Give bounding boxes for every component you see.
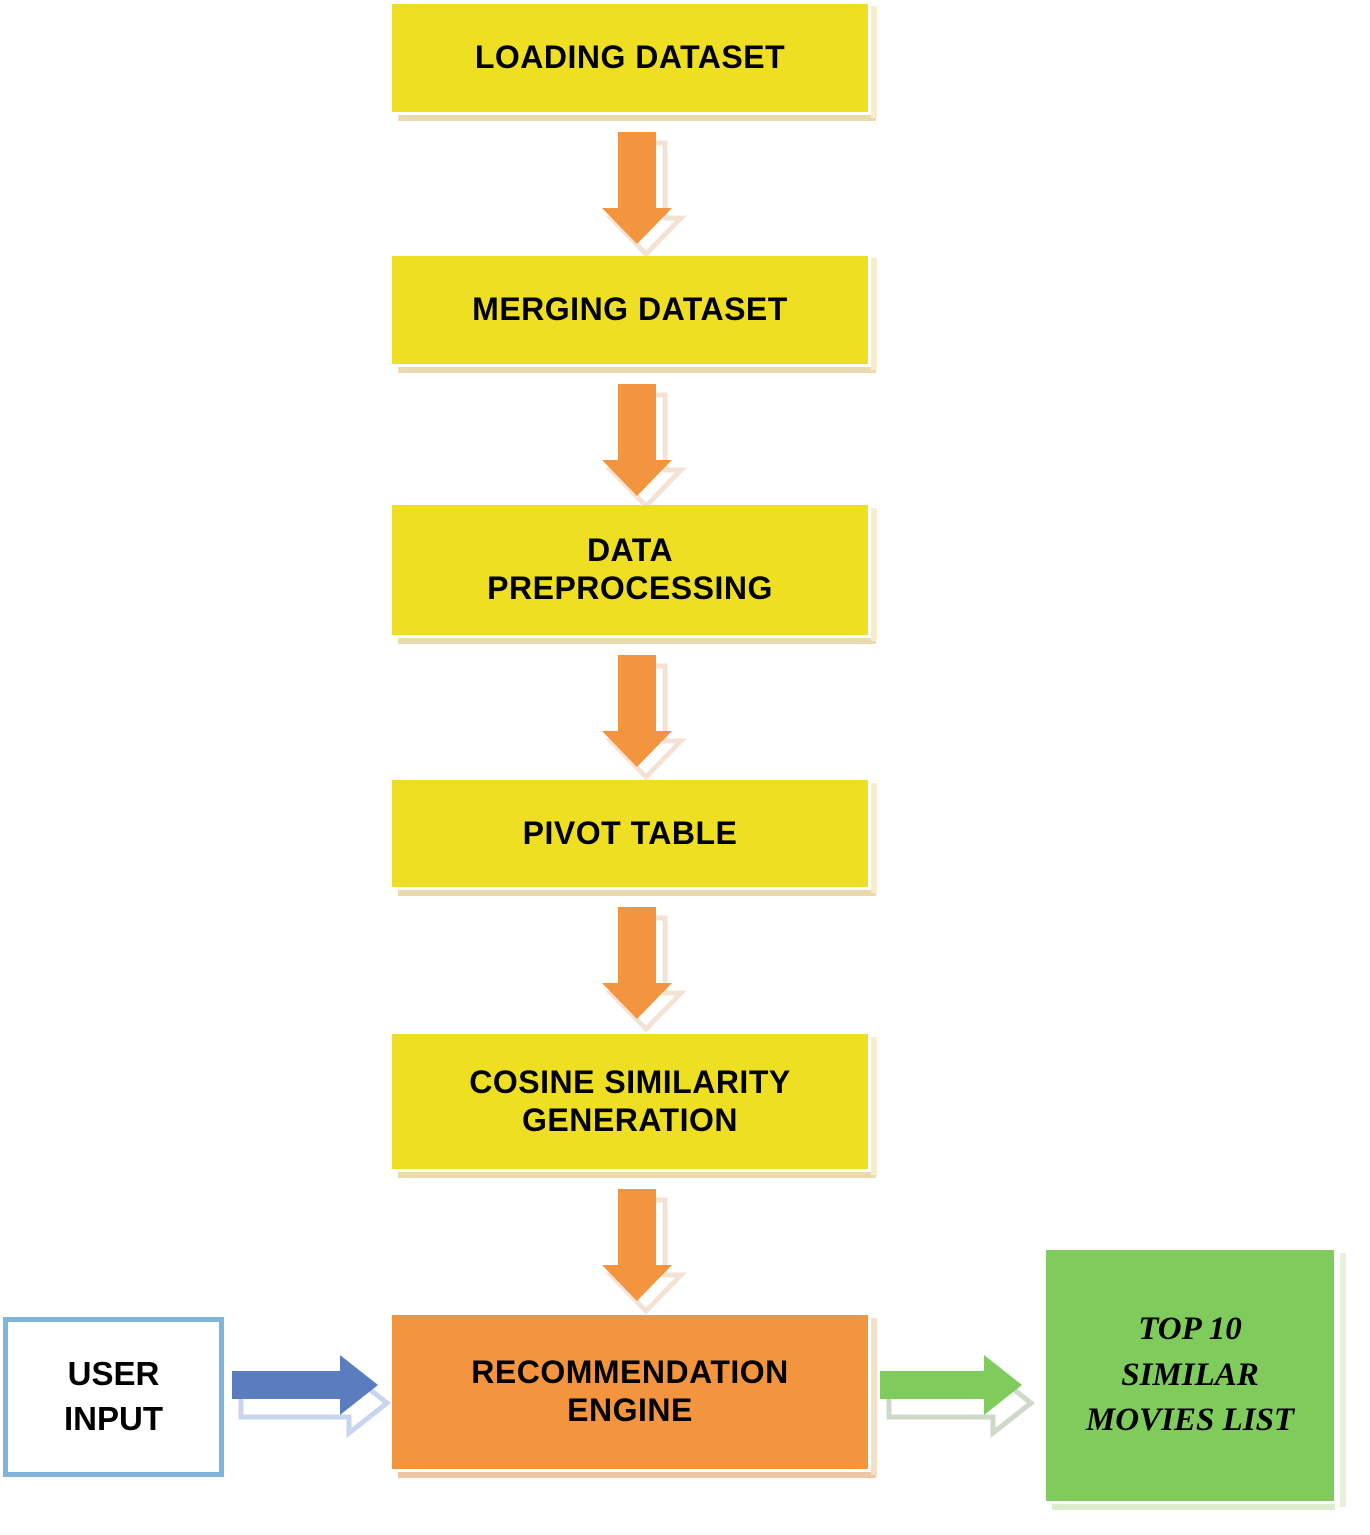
process-box-data-preprocessing[interactable]: DATA PREPROCESSING [392, 505, 868, 635]
flow-arrow-2 [594, 380, 687, 510]
box-shadow-data-preprocessing-bottom [398, 638, 876, 644]
box-shadow-pivot-table-bottom [398, 890, 876, 896]
process-box-cosine-similarity[interactable]: COSINE SIMILARITY GENERATION [392, 1034, 868, 1169]
user-input-box[interactable]: USER INPUT [3, 1317, 224, 1477]
output-label-top-movies: TOP 10 SIMILAR MOVIES LIST [1085, 1311, 1295, 1439]
flow-arrow-3 [594, 651, 687, 781]
process-label-recommendation-engine: RECOMMENDATION ENGINE [471, 1354, 789, 1428]
box-shadow-loading-dataset-right [871, 6, 877, 118]
process-label-merging-dataset: MERGING DATASET [472, 291, 788, 328]
process-label-cosine-similarity: COSINE SIMILARITY GENERATION [469, 1063, 791, 1138]
box-shadow-merging-dataset-right [871, 258, 877, 370]
output-box-top-movies[interactable]: TOP 10 SIMILAR MOVIES LIST [1046, 1250, 1334, 1501]
flow-arrow-4 [594, 903, 687, 1033]
process-box-pivot-table[interactable]: PIVOT TABLE [392, 780, 868, 887]
user-input-label: USER INPUT [64, 1355, 163, 1437]
process-box-recommendation-engine[interactable]: RECOMMENDATION ENGINE [392, 1315, 868, 1469]
box-shadow-data-preprocessing-right [871, 508, 877, 641]
process-label-loading-dataset: LOADING DATASET [474, 39, 786, 76]
box-shadow-loading-dataset-bottom [398, 115, 876, 121]
process-box-merging-dataset[interactable]: MERGING DATASET [392, 256, 868, 364]
flow-arrow-1 [594, 128, 687, 258]
box-shadow-pivot-table-right [871, 783, 877, 893]
flowchart-canvas: LOADING DATASET MERGING DATASET DATA PRE… [0, 0, 1370, 1535]
arrow-engine-to-output [876, 1355, 1036, 1451]
box-shadow-output-right [1340, 1253, 1346, 1507]
box-shadow-cosine-similarity-right [871, 1037, 877, 1175]
process-label-pivot-table: PIVOT TABLE [522, 814, 738, 851]
box-shadow-output-bottom [1052, 1504, 1335, 1510]
process-box-loading-dataset[interactable]: LOADING DATASET [392, 4, 868, 112]
box-shadow-cosine-similarity-bottom [398, 1172, 876, 1178]
box-shadow-recommendation-engine-bottom [398, 1472, 876, 1478]
process-label-data-preprocessing: DATA PREPROCESSING [487, 532, 773, 606]
arrow-user-input-to-engine [228, 1355, 392, 1451]
flow-arrow-5 [594, 1185, 687, 1315]
box-shadow-merging-dataset-bottom [398, 367, 876, 373]
